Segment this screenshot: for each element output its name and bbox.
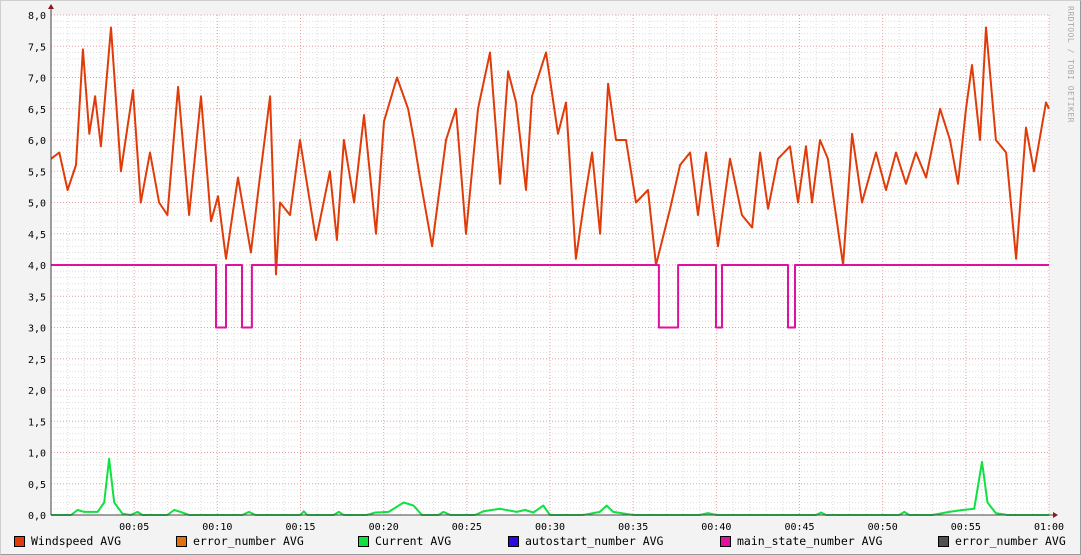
y-tick-label: 2,0 <box>28 386 46 397</box>
y-tick-label: 0,5 <box>28 480 46 491</box>
x-tick-label: 00:35 <box>618 522 648 533</box>
x-tick-label: 01:00 <box>1034 522 1064 533</box>
x-tick-label: 00:20 <box>369 522 399 533</box>
y-tick-label: 5,5 <box>28 167 46 178</box>
legend-item: error_number AVG <box>176 534 304 548</box>
x-tick-label: 00:05 <box>119 522 149 533</box>
legend-swatch <box>358 535 369 547</box>
legend-label: main_state_number AVG <box>737 534 883 548</box>
y-tick-label: 6,5 <box>28 105 46 116</box>
x-axis-arrow-icon <box>1053 512 1058 518</box>
y-tick-label: 7,5 <box>28 42 46 53</box>
x-tick-label: 00:25 <box>452 522 482 533</box>
y-tick-label: 3,0 <box>28 324 46 335</box>
legend-label: Windspeed AVG <box>31 534 122 548</box>
line-chart: 0,0 0,5 1,0 1,5 2,0 2,5 3,0 3,5 4,0 4,5 5,0 5,5 6,0 6… <box>28 4 1064 533</box>
legend-swatch <box>14 535 25 547</box>
rrdtool-credit: RRDTOOL / TOBI OETIKER <box>1066 6 1075 123</box>
x-tick-label: 00:40 <box>701 522 731 533</box>
legend-item: error_number AVG <box>938 534 1066 548</box>
x-tick-label: 00:45 <box>784 522 814 533</box>
legend-item: Windspeed AVG <box>14 534 121 548</box>
legend-item: Current AVG <box>358 534 451 548</box>
legend-label: error_number AVG <box>955 534 1066 548</box>
x-tick-label: 00:55 <box>951 522 981 533</box>
x-tick-label: 00:50 <box>868 522 898 533</box>
y-tick-label: 6,0 <box>28 136 46 147</box>
y-tick-label: 0,0 <box>28 511 46 522</box>
legend-swatch <box>508 535 519 547</box>
legend-label: Current AVG <box>375 534 452 548</box>
y-tick-label: 5,0 <box>28 199 46 210</box>
legend-label: error_number AVG <box>193 534 304 548</box>
y-tick-label: 3,5 <box>28 292 46 303</box>
y-tick-label: 1,5 <box>28 417 46 428</box>
x-tick-label: 00:30 <box>535 522 565 533</box>
y-tick-label: 4,5 <box>28 230 46 241</box>
legend-label: autostart_number AVG <box>525 534 664 548</box>
legend-swatch <box>938 535 949 547</box>
y-tick-label: 8,0 <box>28 11 46 22</box>
x-tick-label: 00:10 <box>202 522 232 533</box>
y-axis-arrow-icon <box>48 4 54 9</box>
legend-item: main_state_number AVG <box>720 534 882 548</box>
y-tick-label: 7,0 <box>28 74 46 85</box>
legend-swatch <box>720 535 731 547</box>
y-tick-label: 2,5 <box>28 355 46 366</box>
x-tick-label: 00:15 <box>285 522 315 533</box>
legend-item: autostart_number AVG <box>508 534 663 548</box>
y-tick-label: 4,0 <box>28 261 46 272</box>
legend-swatch <box>176 535 187 547</box>
y-tick-label: 1,0 <box>28 449 46 460</box>
